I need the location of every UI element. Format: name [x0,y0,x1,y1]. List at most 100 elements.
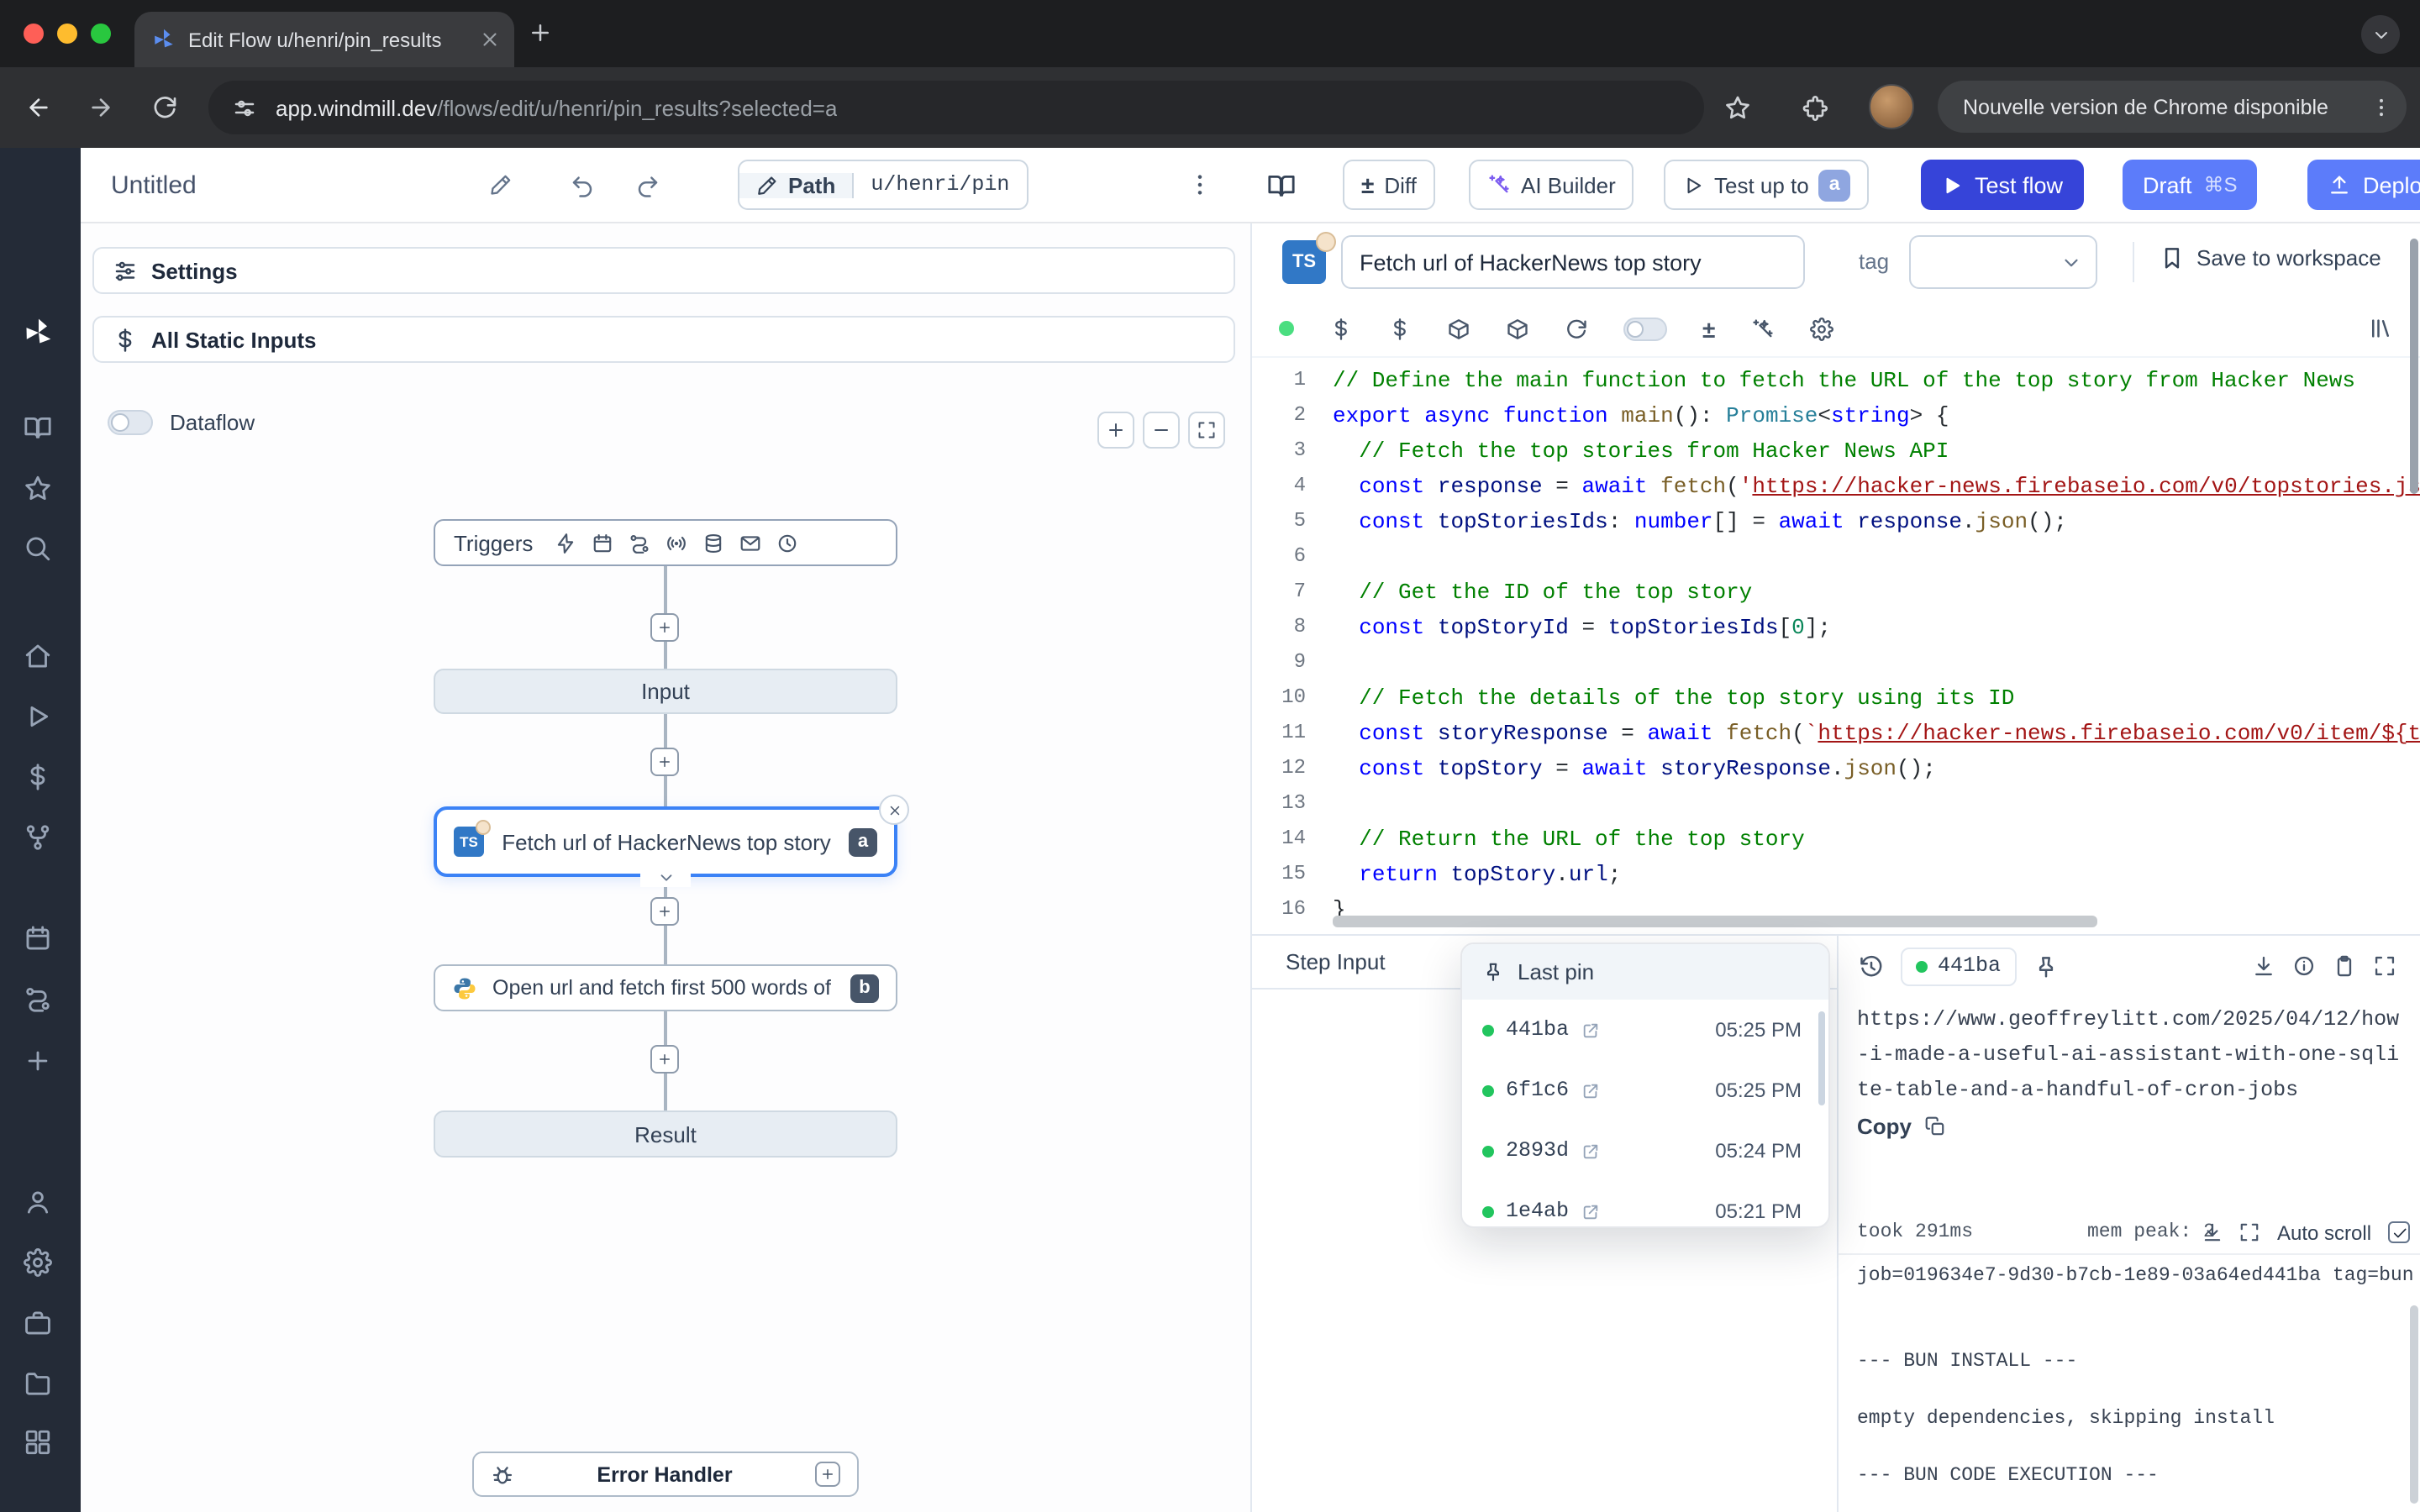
poll-trigger-icon[interactable] [776,532,798,554]
add-step-button[interactable] [650,1045,679,1074]
code-line[interactable]: 12 const topStory = await storyResponse.… [1252,751,2420,786]
websocket-trigger-icon[interactable] [666,532,687,554]
error-handler-node[interactable]: Error Handler [472,1452,859,1497]
history-icon[interactable] [1859,953,1884,979]
add-step-button[interactable] [650,748,679,776]
schedule-trigger-icon[interactable] [592,532,613,554]
flow-title[interactable]: Untitled [111,160,197,210]
undo-icon[interactable] [570,160,595,210]
sidebar-item-runs[interactable] [24,702,52,731]
code-line[interactable]: 6 [1252,539,2420,575]
step-a-node[interactable]: TS Fetch url of HackerNews top story a [434,806,897,877]
fit-view-button[interactable] [1188,412,1225,449]
diff-button[interactable]: ± Diff [1343,160,1435,210]
window-zoom-button[interactable] [91,24,111,44]
external-link-icon[interactable] [1581,1142,1599,1160]
code-line[interactable]: 2export async function main(): Promise<s… [1252,398,2420,433]
variable-picker-icon[interactable] [1329,317,1353,340]
pin-menu-item[interactable]: 441ba 05:25 PM [1462,1000,1828,1060]
browser-menu-icon[interactable] [2370,95,2393,118]
sidebar-item-home[interactable] [24,642,52,670]
collapse-step-icon[interactable] [640,869,691,887]
expand-logs-icon[interactable] [2238,1221,2260,1243]
save-to-workspace-button[interactable]: Save to workspace [2160,245,2381,270]
script-library-icon[interactable] [1447,317,1470,340]
site-settings-icon[interactable] [232,95,257,120]
sidebar-item-docs[interactable] [24,413,52,442]
log-lines[interactable]: job=019634e7-9d30-b7cb-1e89-03a64ed441ba… [1839,1255,2420,1490]
path-editor[interactable]: Path u/henri/pin [738,160,1028,210]
plus-minus-icon[interactable]: ± [1702,315,1715,342]
sidebar-item-schedules[interactable] [24,924,52,953]
sidebar-item-variables[interactable] [24,763,52,791]
ai-assistant-icon[interactable] [1750,317,1774,340]
back-icon[interactable] [25,94,52,121]
code-line[interactable]: 4 const response = await fetch('https://… [1252,469,2420,504]
sidebar-item-resources[interactable] [24,823,52,852]
diff-mode-toggle[interactable] [1623,317,1667,340]
zoom-in-button[interactable] [1097,412,1134,449]
job-badge[interactable]: 441ba [1901,947,2016,985]
sidebar-item-favorites[interactable] [24,474,52,502]
external-link-icon[interactable] [1581,1081,1599,1100]
download-logs-icon[interactable] [2202,1221,2223,1243]
step-title-input[interactable] [1341,235,1805,289]
new-tab-button[interactable] [528,20,553,45]
code-line[interactable]: 14 // Return the URL of the top story [1252,822,2420,857]
test-flow-button[interactable]: Test flow [1921,160,2083,210]
copy-result-icon[interactable] [2333,954,2356,978]
deploy-button[interactable]: Deploy [2307,160,2420,210]
dependencies-icon[interactable] [1506,317,1529,340]
address-bar[interactable]: app.windmill.dev/flows/edit/u/henri/pin_… [208,81,1704,134]
pin-menu-item[interactable]: 2893d 05:24 PM [1462,1121,1828,1181]
code-line[interactable]: 3 // Fetch the top stories from Hacker N… [1252,433,2420,469]
sidebar-item-triggers[interactable] [24,984,52,1013]
page-scrollbar[interactable] [2410,239,2418,494]
http-route-trigger-icon[interactable] [629,532,650,554]
draft-button[interactable]: Draft ⌘S [2123,160,2258,210]
static-inputs-row[interactable]: All Static Inputs [92,316,1235,363]
ai-builder-button[interactable]: AI Builder [1469,160,1634,210]
popup-scrollbar[interactable] [1818,1011,1825,1105]
edit-title-icon[interactable] [489,160,513,210]
external-link-icon[interactable] [1581,1021,1599,1039]
window-close-button[interactable] [24,24,44,44]
info-icon[interactable] [2292,954,2316,978]
sidebar-item-workers[interactable] [24,1309,52,1337]
pin-menu-item[interactable]: 6f1c6 05:25 PM [1462,1060,1828,1121]
windmill-logo[interactable] [22,316,55,349]
expand-result-icon[interactable] [2373,954,2396,978]
result-node[interactable]: Result [434,1110,897,1158]
forward-icon[interactable] [87,94,114,121]
code-line[interactable]: 13 [1252,786,2420,822]
reload-icon[interactable] [151,94,178,121]
auto-scroll-checkbox[interactable] [2388,1221,2410,1243]
add-error-handler-icon[interactable] [815,1462,840,1487]
editor-hscrollbar[interactable] [1333,916,2097,927]
tab-close-icon[interactable] [479,29,501,50]
assistant-panel-icon[interactable] [2368,316,2393,341]
extensions-icon[interactable] [1802,94,1828,121]
external-link-icon[interactable] [1581,1202,1599,1221]
docs-icon[interactable] [1267,160,1296,210]
code-line[interactable]: 5 const topStoriesIds: number[] = await … [1252,504,2420,539]
add-step-button[interactable] [650,613,679,642]
more-options-icon[interactable] [1186,160,1213,210]
pin-menu-item[interactable]: 1e4ab 05:21 PM [1462,1181,1828,1228]
browser-tab[interactable]: Edit Flow u/henri/pin_results [134,12,514,67]
code-line[interactable]: 15 return topStory.url; [1252,857,2420,892]
webhook-trigger-icon[interactable] [555,532,576,554]
remove-step-icon[interactable] [879,795,909,825]
code-line[interactable]: 9 [1252,645,2420,680]
resource-picker-icon[interactable] [1388,317,1412,340]
code-line[interactable]: 11 const storyResponse = await fetch(`ht… [1252,716,2420,751]
result-value[interactable]: https://www.geoffreylitt.com/2025/04/12/… [1857,1003,2405,1109]
window-minimize-button[interactable] [57,24,77,44]
path-value[interactable]: u/henri/pin [854,173,1026,197]
sidebar-item-users[interactable] [24,1188,52,1216]
last-pin-menu-item[interactable]: Last pin [1462,944,1828,1000]
tab-step-input[interactable]: Step Input [1286,949,1386,974]
flow-settings-row[interactable]: Settings [92,247,1235,294]
code-line[interactable]: 7 // Get the ID of the top story [1252,575,2420,610]
triggers-node[interactable]: Triggers [434,519,897,566]
